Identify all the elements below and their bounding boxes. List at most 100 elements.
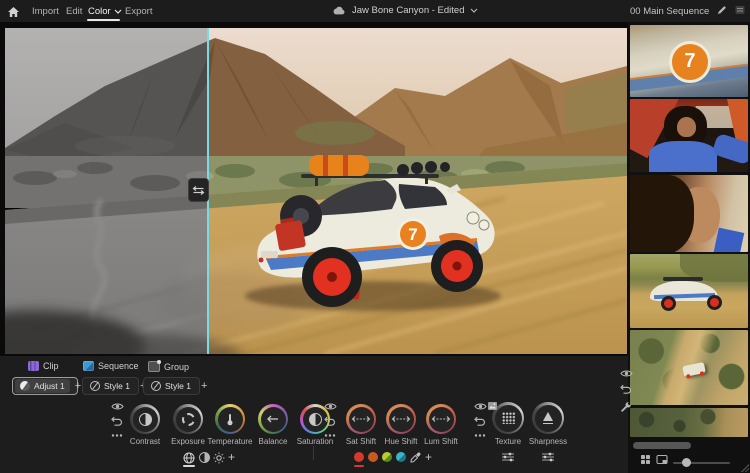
lum-shift-label: Lum Shift (424, 437, 458, 446)
texture-label: Texture (494, 437, 522, 446)
more-options-icon[interactable] (110, 434, 124, 437)
reset-icon[interactable] (323, 416, 337, 427)
color-panel: Clip Sequence Group Adjust 1 + Style 1 +… (0, 355, 633, 473)
swatch-green[interactable] (382, 452, 392, 462)
filmstrip-thumbnail-1[interactable]: 7 (630, 25, 748, 97)
adjust-icon (20, 381, 30, 391)
thumb-wheel (660, 296, 676, 312)
tab-import[interactable]: Import (32, 6, 59, 17)
chevron-down-icon (471, 8, 478, 13)
filmstrip-thumbnail-5[interactable] (630, 330, 748, 405)
add-style-button[interactable]: + (196, 380, 212, 392)
wrench-icon[interactable] (620, 400, 632, 418)
tab-clip[interactable]: Clip (28, 361, 59, 371)
exposure-icon (181, 412, 195, 426)
thumbnail-size-knob[interactable] (682, 458, 691, 467)
filmstrip-thumbnail-6[interactable] (630, 408, 748, 437)
preset-adjust-1[interactable]: Adjust 1 + (12, 377, 81, 395)
sharpness-icon (543, 412, 553, 424)
sat-shift-label: Sat Shift (345, 437, 377, 446)
program-monitor[interactable]: 7 (5, 28, 627, 354)
hue-shift-dial[interactable]: Hue Shift (385, 404, 417, 446)
project-switcher[interactable]: Jaw Bone Canyon - Edited (332, 5, 478, 16)
thumb-driver-face (677, 117, 697, 137)
style-icon (90, 381, 100, 391)
more-options-icon[interactable] (473, 434, 487, 437)
image-badge-icon (488, 397, 497, 415)
group-icon (148, 360, 161, 372)
cloud-icon (333, 6, 345, 15)
temperature-label: Temperature (207, 437, 253, 446)
rename-sequence-icon[interactable] (717, 5, 727, 18)
resize-grip[interactable] (741, 464, 749, 472)
sequence-icon (83, 361, 94, 371)
clip-icon (28, 361, 39, 371)
eye-icon[interactable] (323, 402, 337, 411)
preset-style-1-sequence[interactable]: Style 1 + (82, 377, 146, 395)
app-window: Import Edit Color Export Jaw Bone Canyon… (0, 0, 750, 473)
temperature-dial[interactable]: Temperature (208, 404, 252, 446)
panel-reset-icon[interactable] (620, 382, 632, 400)
swatch-red[interactable] (354, 452, 364, 462)
grid-view-icon[interactable] (640, 454, 651, 465)
tab-color-label: Color (88, 6, 111, 17)
tab-edit-label: Edit (66, 6, 83, 17)
reset-icon[interactable] (110, 416, 124, 427)
tab-export[interactable]: Export (125, 6, 152, 17)
preset-style-label: Style 1 (104, 381, 130, 391)
texture-settings-icon[interactable] (501, 449, 515, 467)
filmstrip-thumbnail-4[interactable] (630, 254, 748, 328)
thumb-hair (630, 175, 694, 252)
exposure-dial[interactable]: Exposure (171, 404, 205, 446)
filmstrip-thumbnail-3[interactable] (630, 175, 748, 252)
hue-shift-label: Hue Shift (384, 437, 418, 446)
add-adjustment-icon[interactable]: + (228, 451, 235, 463)
light-mode-icon[interactable] (213, 451, 225, 469)
thumb-number-disc: 7 (668, 40, 711, 83)
panel-eye-icon[interactable] (620, 365, 633, 383)
tab-import-label: Import (32, 6, 59, 17)
tab-export-label: Export (125, 6, 153, 17)
sat-shift-dial[interactable]: Sat Shift (346, 404, 376, 446)
project-name: Jaw Bone Canyon - Edited (352, 5, 465, 16)
eyedropper-icon[interactable] (410, 450, 421, 468)
filmstrip-scrollbar[interactable] (633, 442, 691, 449)
top-bar: Import Edit Color Export Jaw Bone Canyon… (0, 0, 750, 22)
eye-icon[interactable] (473, 402, 487, 411)
thumb-wheel (707, 294, 723, 310)
tab-color[interactable]: Color (88, 6, 122, 17)
tab-clip-label: Clip (43, 361, 59, 371)
sequence-panel-icon[interactable] (735, 5, 745, 18)
eye-icon[interactable] (110, 402, 124, 411)
tab-sequence[interactable]: Sequence (83, 361, 139, 371)
more-options-icon[interactable] (323, 434, 337, 437)
tab-group-label: Group (164, 361, 190, 372)
style-icon (151, 381, 161, 391)
swatch-orange[interactable] (368, 452, 378, 462)
home-icon[interactable] (7, 5, 20, 23)
swatch-teal[interactable] (396, 452, 406, 462)
contrast-mode-icon[interactable] (199, 452, 210, 463)
sharpness-settings-icon[interactable] (541, 449, 555, 467)
active-tab-underline (87, 19, 120, 21)
split-view-handle[interactable] (188, 178, 209, 202)
sharpness-dial[interactable]: Sharpness (529, 402, 567, 446)
reset-icon[interactable] (473, 416, 487, 427)
contrast-dial[interactable]: Contrast (130, 404, 160, 446)
preset-style-1-group[interactable]: Style 1 + (143, 377, 207, 395)
contrast-icon (138, 412, 152, 426)
frame-view-icon[interactable] (656, 454, 668, 465)
tab-group[interactable]: Group (148, 360, 190, 372)
balance-dial[interactable]: Balance (258, 404, 288, 446)
swap-arrows-icon (192, 185, 205, 195)
exposure-label: Exposure (171, 437, 205, 446)
preset-style-label: Style 1 (165, 381, 191, 391)
add-color-icon[interactable]: + (425, 451, 432, 463)
tab-edit[interactable]: Edit (66, 6, 82, 17)
thumb-roof-rack (663, 276, 704, 281)
selected-swatch-underline (354, 465, 364, 467)
filmstrip-thumbnail-2[interactable] (630, 99, 748, 172)
tab-sequence-label: Sequence (98, 361, 139, 371)
car-number-text: 7 (408, 225, 417, 244)
lum-shift-dial[interactable]: Lum Shift (424, 404, 458, 446)
